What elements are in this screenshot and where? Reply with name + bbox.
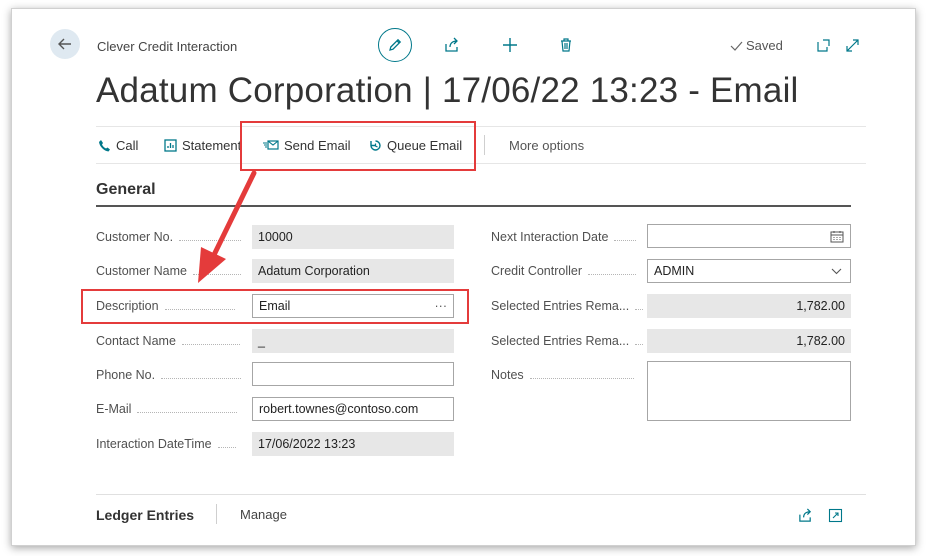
label-leader	[614, 239, 637, 241]
breadcrumb: Clever Credit Interaction	[97, 39, 238, 54]
annotation-arrow	[198, 170, 257, 283]
call-action[interactable]: Call	[98, 127, 138, 163]
chevron-down-icon	[831, 268, 842, 274]
more-options-label: More options	[509, 137, 585, 153]
call-label: Call	[116, 137, 139, 153]
credit-controller-label-text: Credit Controller	[491, 264, 583, 278]
label-leader	[161, 377, 242, 379]
customer-name-field[interactable]: Adatum Corporation	[252, 259, 454, 283]
phone-no-label-text: Phone No.	[96, 368, 156, 382]
share-icon	[445, 37, 458, 52]
action-bar: Call Statement Send Email Queue Email Mo…	[96, 126, 866, 164]
next-interaction-date-label-text: Next Interaction Date	[491, 230, 609, 244]
popout-button[interactable]	[814, 36, 832, 54]
statement-action[interactable]: Statement	[164, 127, 241, 163]
ledger-entries-title[interactable]: Ledger Entries	[96, 507, 194, 523]
manage-action[interactable]: Manage	[240, 507, 287, 522]
contact-name-label-text: Contact Name	[96, 334, 176, 348]
popout-icon	[816, 38, 830, 52]
phone-no-field[interactable]	[252, 362, 454, 386]
notes-label-text: Notes	[491, 368, 524, 382]
label-leader	[217, 446, 236, 448]
edit-button[interactable]	[378, 28, 412, 62]
phone-no-label: Phone No.	[96, 363, 242, 387]
selected-entries-2-field[interactable]: 1,782.00	[647, 329, 851, 353]
interaction-datetime-field[interactable]: 17/06/2022 13:23	[252, 432, 454, 456]
statement-icon	[164, 138, 177, 152]
email-label: E-Mail	[96, 397, 238, 421]
back-arrow-icon	[58, 38, 71, 50]
check-icon	[730, 41, 743, 51]
label-leader	[137, 411, 238, 413]
expand-button[interactable]	[843, 36, 861, 54]
label-leader	[635, 308, 644, 310]
page-window: Clever Credit Interaction Saved Adatum C…	[11, 8, 916, 546]
interaction-datetime-label: Interaction DateTime	[96, 432, 236, 456]
interaction-datetime-label-text: Interaction DateTime	[96, 437, 212, 451]
notes-label: Notes	[491, 363, 634, 387]
section-title: General	[96, 181, 156, 198]
share-button[interactable]	[443, 36, 461, 54]
highlight-email-actions	[240, 121, 476, 171]
statement-label: Statement	[182, 137, 242, 153]
share-icon	[798, 508, 811, 522]
selected-entries-1-label: Selected Entries Rema...	[491, 294, 644, 318]
next-interaction-date-label: Next Interaction Date	[491, 225, 637, 249]
credit-controller-value: ADMIN	[654, 264, 695, 278]
saved-label: Saved	[746, 38, 783, 53]
delete-button[interactable]	[557, 36, 575, 54]
notes-textarea[interactable]	[647, 361, 851, 421]
ledger-share-button[interactable]	[796, 506, 814, 524]
new-button[interactable]	[501, 36, 519, 54]
page-title: Adatum Corporation | 17/06/22 13:23 - Em…	[96, 71, 799, 110]
email-label-text: E-Mail	[96, 402, 132, 416]
phone-icon	[99, 139, 110, 151]
customer-no-field[interactable]: 10000	[252, 225, 454, 249]
plus-icon	[503, 38, 517, 52]
expand-icon	[828, 508, 842, 522]
action-separator	[484, 135, 485, 155]
selected-entries-1-label-text: Selected Entries Rema...	[491, 299, 630, 313]
next-interaction-date-field[interactable]	[647, 224, 851, 248]
contact-name-label: Contact Name	[96, 329, 240, 353]
back-button[interactable]	[50, 29, 80, 59]
calendar-icon[interactable]	[830, 230, 844, 243]
bottom-separator	[216, 504, 217, 524]
credit-controller-select[interactable]: ADMIN	[647, 259, 851, 283]
edit-pencil-icon	[389, 38, 402, 51]
selected-entries-2-label-text: Selected Entries Rema...	[491, 334, 630, 348]
label-leader	[588, 273, 637, 275]
ledger-expand-button[interactable]	[826, 506, 844, 524]
label-leader	[529, 377, 634, 379]
bottom-divider	[96, 494, 866, 495]
label-leader	[181, 343, 240, 345]
customer-name-label-text: Customer Name	[96, 264, 187, 278]
saved-status: Saved	[730, 38, 783, 53]
highlight-description	[81, 289, 469, 324]
selected-entries-1-field[interactable]: 1,782.00	[647, 294, 851, 318]
expand-icon	[845, 38, 859, 52]
label-leader	[635, 343, 644, 345]
email-field[interactable]: robert.townes@contoso.com	[252, 397, 454, 421]
customer-no-label-text: Customer No.	[96, 230, 174, 244]
contact-name-field[interactable]: _	[252, 329, 454, 353]
more-options-action[interactable]: More options	[509, 127, 584, 163]
selected-entries-2-label: Selected Entries Rema...	[491, 329, 644, 353]
credit-controller-label: Credit Controller	[491, 259, 637, 283]
delete-icon	[561, 38, 571, 52]
